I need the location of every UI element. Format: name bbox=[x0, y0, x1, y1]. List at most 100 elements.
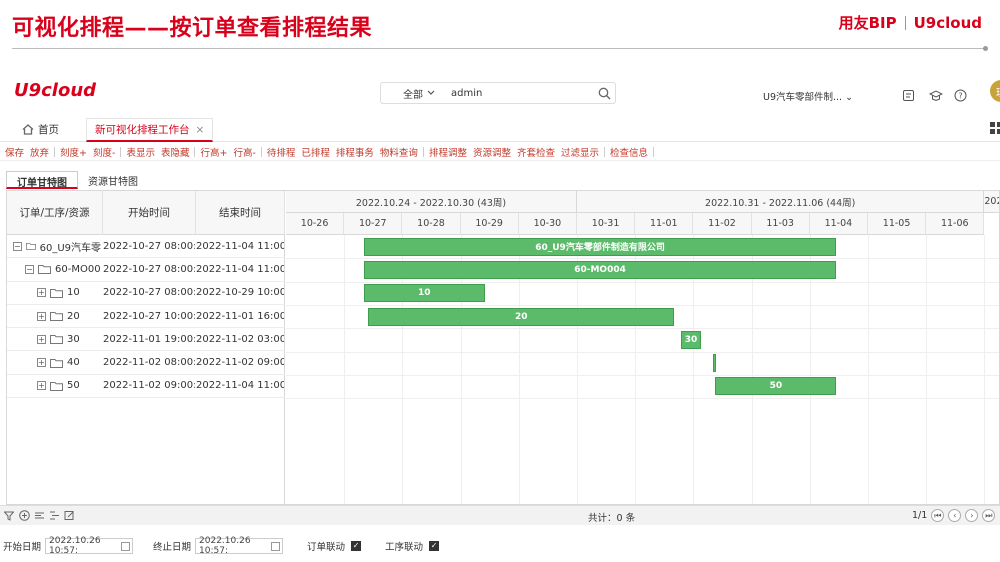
grid-line bbox=[286, 328, 999, 330]
gantt-bar[interactable]: 60-MO004 bbox=[363, 260, 837, 279]
toolbar-button[interactable]: 资源调整 bbox=[470, 145, 514, 159]
gantt-bar[interactable]: 30 bbox=[681, 330, 701, 349]
folder-icon bbox=[50, 381, 63, 391]
app-logo[interactable]: U9cloud bbox=[14, 80, 96, 101]
column-header-end[interactable]: 结束时间 bbox=[196, 191, 285, 235]
expand-icon[interactable] bbox=[33, 510, 45, 522]
brand-bip: 用友BIP bbox=[838, 14, 897, 32]
toolbar-button[interactable]: 表隐藏 bbox=[158, 145, 193, 159]
day-header: 11-01 bbox=[635, 213, 694, 235]
toolbar-button[interactable]: 刻度- bbox=[90, 145, 118, 159]
day-header: 10-28 bbox=[402, 213, 461, 235]
toolbar-button[interactable]: 已排程 bbox=[298, 145, 333, 159]
row-end-cell: 2022-11-02 09:00:0 bbox=[196, 357, 284, 369]
expand-toggle-icon[interactable]: + bbox=[37, 288, 46, 298]
day-header: 11-05 bbox=[868, 213, 927, 235]
table-row[interactable]: − 60-MO00 2022-10-27 08:00:0 2022-11-04 11:… bbox=[7, 258, 285, 282]
learning-icon[interactable] bbox=[928, 87, 944, 103]
gantt-bar[interactable]: 20 bbox=[368, 307, 674, 326]
table-row[interactable]: +502022-11-02 09:00:02022-11-04 11:00:0 bbox=[7, 375, 285, 399]
org-selector[interactable]: U9汽车零部件制... ⌄ bbox=[763, 89, 853, 103]
search-bar[interactable]: 全部 admin bbox=[380, 82, 616, 104]
row-end-cell: 2022-11-02 03:00:0 bbox=[196, 333, 284, 345]
table-row[interactable]: +402022-11-02 08:00:02022-11-02 09:00:0 bbox=[7, 352, 285, 375]
row-start-cell: 2022-10-27 08:00:0 bbox=[103, 287, 195, 299]
end-date-value: 2022.10.26 10:57: bbox=[199, 536, 251, 556]
collapse-icon[interactable] bbox=[48, 510, 60, 522]
edit-icon[interactable] bbox=[63, 510, 75, 522]
toolbar-button[interactable]: 表显示 bbox=[123, 145, 158, 159]
tab-home[interactable]: 首页 bbox=[22, 122, 59, 137]
column-header-start[interactable]: 开始时间 bbox=[103, 191, 196, 235]
app-grid-icon[interactable] bbox=[990, 122, 1000, 137]
close-icon[interactable]: × bbox=[196, 124, 205, 136]
tab-bar: 首页 新可视化排程工作台 × bbox=[0, 116, 1000, 142]
toolbar-divider bbox=[194, 146, 196, 157]
toolbar-button[interactable]: 行高- bbox=[230, 145, 258, 159]
week-header: 202 bbox=[984, 191, 999, 213]
row-end-cell: 2022-10-29 10:00:0 bbox=[196, 287, 284, 299]
tab-resource-gantt[interactable]: 资源甘特图 bbox=[78, 171, 148, 189]
toolbar-button[interactable]: 行高+ bbox=[197, 145, 230, 159]
grid-line bbox=[984, 235, 986, 504]
toolbar-divider bbox=[54, 146, 56, 157]
expand-toggle-icon[interactable]: + bbox=[37, 311, 46, 321]
row-start-cell: 2022-11-01 19:00:0 bbox=[103, 333, 195, 345]
gantt-timeline[interactable]: 2022.10.24 - 2022.10.30 (43周) 2022.10.31 … bbox=[286, 191, 999, 504]
table-row[interactable]: +302022-11-01 19:00:02022-11-02 03:00:0 bbox=[7, 328, 285, 352]
expand-toggle-icon[interactable]: + bbox=[37, 334, 46, 344]
expand-toggle-icon[interactable]: + bbox=[37, 381, 46, 391]
first-page-icon[interactable]: ⏮ bbox=[931, 509, 945, 522]
tab-scheduling-workbench[interactable]: 新可视化排程工作台 × bbox=[86, 118, 214, 142]
toolbar-button[interactable]: 物料查询 bbox=[377, 145, 421, 159]
process-link-checkbox[interactable]: ✓ bbox=[429, 541, 440, 551]
last-page-icon[interactable]: ⏭ bbox=[982, 509, 996, 522]
avatar[interactable]: 理 bbox=[990, 80, 1000, 102]
row-end-cell: 2022-11-04 11:00:0 bbox=[196, 380, 284, 392]
row-name-cell: − 60_U9汽车零 bbox=[13, 239, 101, 254]
expand-toggle-icon[interactable]: + bbox=[37, 358, 46, 368]
calendar-icon[interactable] bbox=[271, 542, 281, 551]
search-scope-select[interactable]: 全部 bbox=[381, 86, 443, 101]
gantt-bar[interactable]: 60_U9汽车零部件制造有限公司 bbox=[363, 237, 837, 256]
order-link-checkbox[interactable]: ✓ bbox=[351, 541, 362, 551]
toolbar-button[interactable]: 保存 bbox=[2, 145, 27, 159]
collapse-toggle-icon[interactable]: − bbox=[13, 241, 22, 251]
folder-icon bbox=[50, 312, 63, 322]
search-input[interactable]: admin bbox=[443, 88, 593, 99]
table-row[interactable]: +102022-10-27 08:00:02022-10-29 10:00:0 bbox=[7, 282, 285, 305]
table-row[interactable]: +202022-10-27 10:00:02022-11-01 16:00:0 bbox=[7, 305, 285, 329]
row-name-cell: +10 bbox=[37, 287, 101, 298]
end-date-input[interactable]: 2022.10.26 10:57: bbox=[195, 536, 284, 556]
row-name-label: 50 bbox=[67, 380, 80, 392]
prev-page-icon[interactable]: ‹ bbox=[948, 509, 962, 522]
start-date-input[interactable]: 2022.10.26 10:57: bbox=[45, 536, 134, 556]
gantt-bar[interactable] bbox=[712, 354, 716, 373]
gantt-bar[interactable]: 10 bbox=[363, 284, 485, 303]
table-row[interactable]: − 60_U9汽车零 2022-10-27 08:00:0 2022-11-04 11… bbox=[7, 235, 285, 259]
column-header-name[interactable]: 订单/工序/资源 bbox=[7, 191, 103, 235]
toolbar-button[interactable]: 放弃 bbox=[27, 145, 52, 159]
next-page-icon[interactable]: › bbox=[965, 509, 979, 522]
week-header: 2022.10.31 - 2022.11.06 (44周) bbox=[577, 191, 985, 213]
toolbar-button[interactable]: 排程调整 bbox=[426, 145, 470, 159]
help-icon[interactable]: ? bbox=[952, 87, 968, 103]
row-name-label: 60-MO00 bbox=[55, 263, 101, 275]
toolbar-button[interactable]: 刻度+ bbox=[57, 145, 90, 159]
gantt-bar[interactable]: 50 bbox=[715, 377, 837, 396]
day-header: 10-29 bbox=[460, 213, 519, 235]
grid-line bbox=[286, 258, 999, 260]
message-icon[interactable] bbox=[900, 87, 916, 103]
toolbar-button[interactable]: 检查信息 bbox=[607, 145, 651, 159]
row-start-cell: 2022-10-27 08:00:0 bbox=[103, 240, 195, 252]
calendar-icon[interactable] bbox=[121, 542, 131, 551]
collapse-toggle-icon[interactable]: − bbox=[25, 264, 34, 274]
toolbar-button[interactable]: 排程事务 bbox=[333, 145, 377, 159]
add-icon[interactable] bbox=[18, 510, 30, 522]
tab-order-gantt[interactable]: 订单甘特图 bbox=[6, 171, 78, 189]
toolbar-button[interactable]: 过滤显示 bbox=[558, 145, 602, 159]
filter-icon[interactable] bbox=[3, 510, 15, 522]
toolbar-button[interactable]: 待排程 bbox=[264, 145, 299, 159]
toolbar-button[interactable]: 齐套检查 bbox=[514, 145, 558, 159]
search-icon[interactable] bbox=[593, 83, 615, 103]
